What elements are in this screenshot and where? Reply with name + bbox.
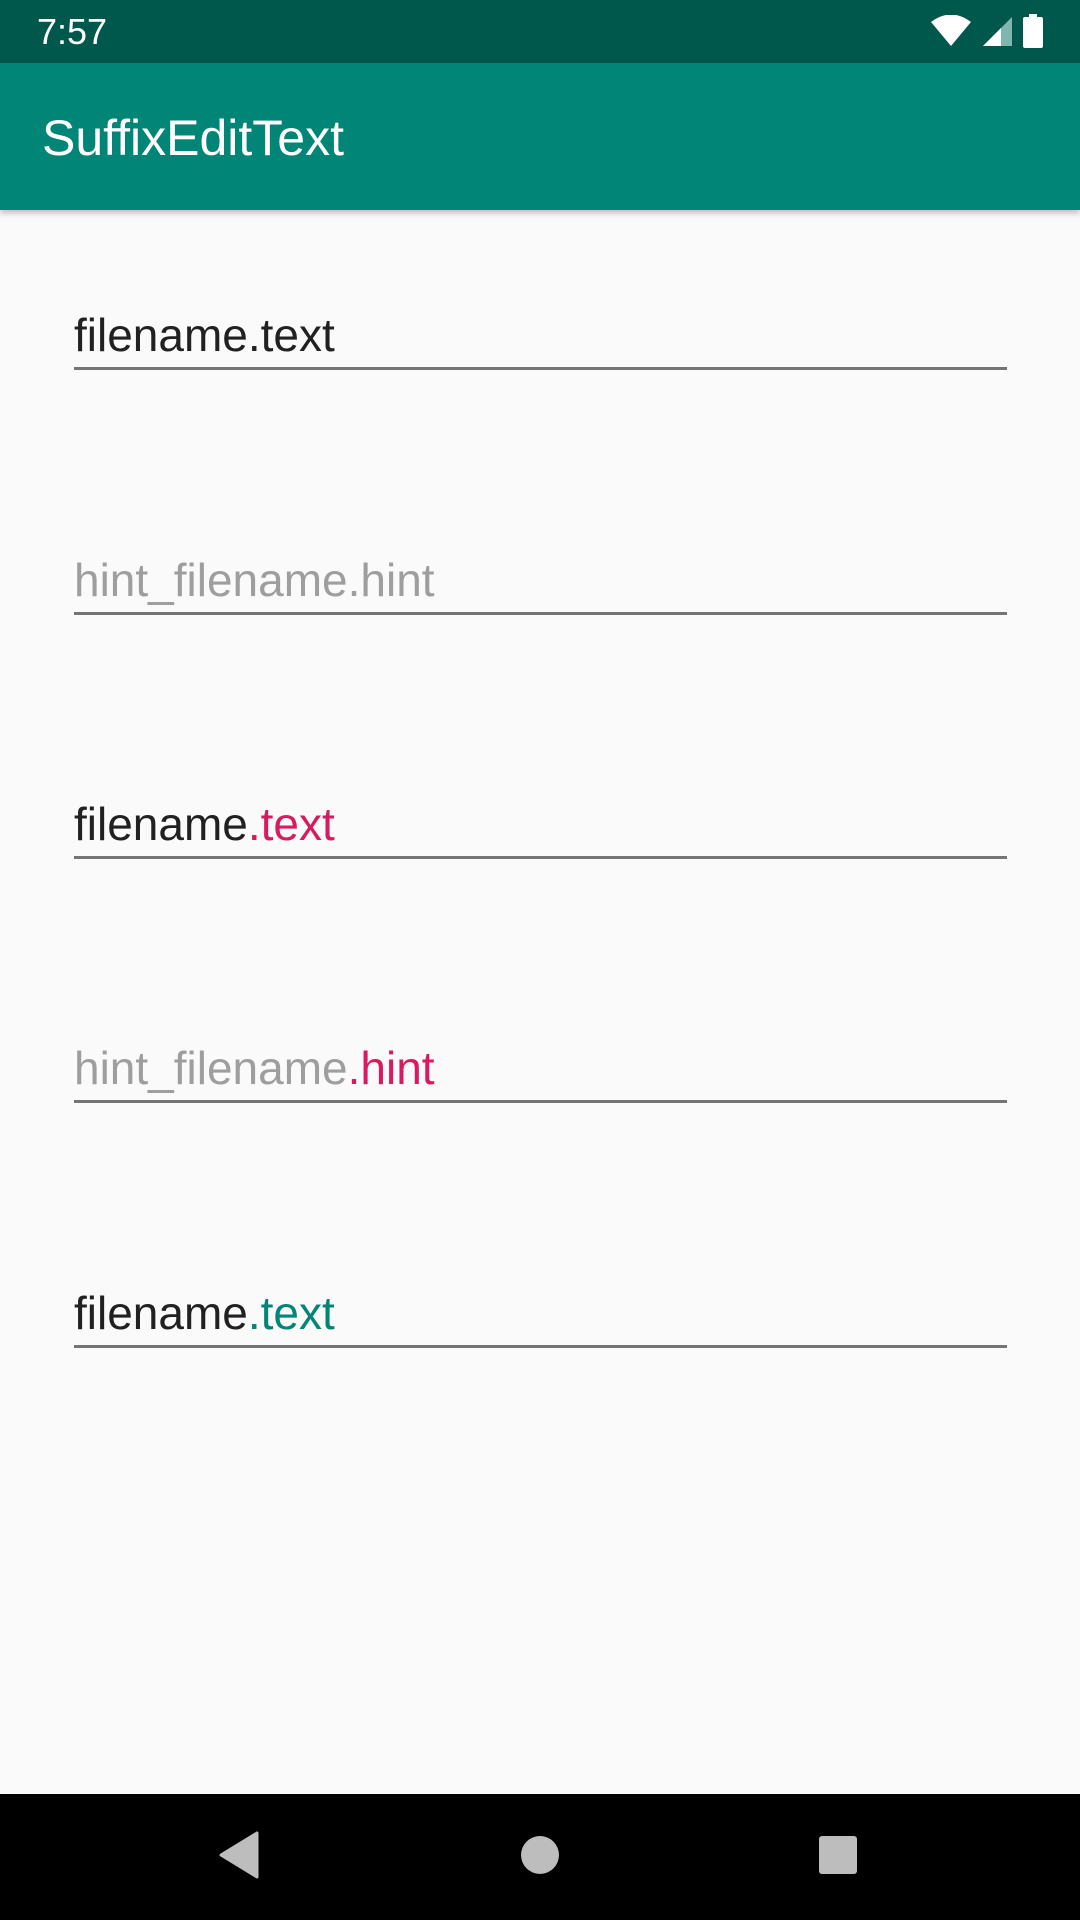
field-text: hint_filename.hint: [74, 1041, 435, 1095]
app-bar: SuffixEditText: [0, 63, 1080, 210]
field-text: hint_filename.hint: [74, 553, 435, 607]
suffix-edit-text-1[interactable]: filename.text: [74, 300, 1007, 370]
status-time: 7:57: [37, 11, 108, 52]
navigation-bar: [0, 1794, 1080, 1920]
app-title: SuffixEditText: [42, 110, 345, 166]
field-underline: [74, 612, 1007, 615]
field-prefix: filename: [74, 309, 248, 361]
field-prefix: filename: [74, 798, 248, 850]
home-button[interactable]: [510, 1827, 570, 1887]
field-suffix: .text: [247, 798, 335, 850]
field-underline: [74, 1100, 1007, 1103]
battery-icon: [1023, 14, 1043, 48]
field-underline: [74, 1345, 1007, 1348]
field-suffix: .text: [247, 1287, 335, 1339]
home-icon: [520, 1835, 560, 1880]
cell-signal-icon: [981, 15, 1013, 47]
suffix-edit-text-5[interactable]: filename.text: [74, 1278, 1007, 1348]
suffix-edit-text-4[interactable]: hint_filename.hint: [74, 1033, 1007, 1103]
back-button[interactable]: [208, 1827, 268, 1887]
field-hint-suffix: .hint: [347, 554, 435, 606]
back-icon: [217, 1831, 259, 1884]
field-text: filename.text: [74, 1286, 335, 1340]
status-icons: [931, 14, 1043, 48]
field-hint-prefix: hint_filename: [74, 1042, 348, 1094]
suffix-edit-text-3[interactable]: filename.text: [74, 789, 1007, 859]
recents-icon: [818, 1835, 858, 1880]
status-bar: 7:57: [0, 0, 1080, 63]
field-text: filename.text: [74, 797, 335, 851]
field-text: filename.text: [74, 308, 335, 362]
field-underline: [74, 856, 1007, 859]
field-hint-suffix: .hint: [347, 1042, 435, 1094]
field-hint-prefix: hint_filename: [74, 554, 348, 606]
wifi-icon: [931, 15, 971, 47]
suffix-edit-text-2[interactable]: hint_filename.hint: [74, 545, 1007, 615]
screen: 7:57 SuffixEditText filename.text hint_f…: [0, 0, 1080, 1920]
field-suffix: .text: [247, 309, 335, 361]
field-prefix: filename: [74, 1287, 248, 1339]
recents-button[interactable]: [808, 1827, 868, 1887]
field-underline: [74, 367, 1007, 370]
